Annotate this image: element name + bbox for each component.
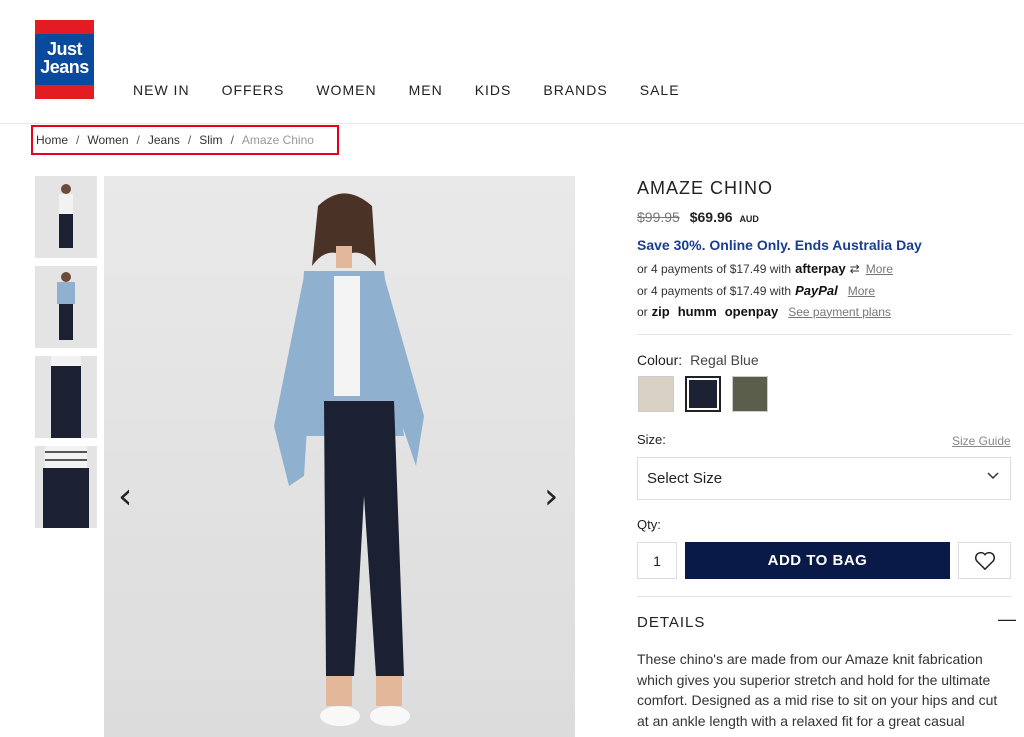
breadcrumb-jeans[interactable]: Jeans	[148, 133, 180, 147]
or-text: or	[637, 304, 648, 319]
size-label: Size:	[637, 432, 666, 447]
logo-red-bar-bottom	[35, 85, 94, 99]
afterpay-arrows-icon: ⇄	[849, 261, 860, 276]
header-divider	[0, 123, 1024, 124]
currency-label: AUD	[739, 214, 759, 224]
nav-item-sale[interactable]: SALE	[640, 82, 680, 98]
product-thumbnail[interactable]	[35, 176, 97, 258]
nav-item-kids[interactable]: KIDS	[475, 82, 512, 98]
paypal-row: or 4 payments of $17.49 with PayPal More	[637, 283, 875, 298]
colour-heading: Colour:	[637, 352, 683, 368]
product-title: AMAZE CHINO	[637, 178, 774, 198]
breadcrumb-current: Amaze Chino	[241, 133, 314, 147]
breadcrumb-home[interactable]: Home	[36, 133, 68, 147]
thumbnail-list	[35, 176, 97, 536]
thumbnail-figure	[43, 446, 89, 528]
paypal-more-link[interactable]: More	[848, 284, 875, 298]
breadcrumb-separator: /	[230, 133, 234, 147]
afterpay-more-link[interactable]: More	[866, 262, 893, 276]
logo-text: Just Jeans	[35, 34, 94, 85]
wishlist-button[interactable]	[958, 542, 1011, 579]
swatch-regal-blue[interactable]	[685, 376, 721, 412]
payment-plans-link[interactable]: See payment plans	[788, 305, 891, 319]
promo-message: Save 30%. Online Only. Ends Australia Da…	[637, 237, 922, 253]
paypal-logo: PayPal	[795, 283, 838, 298]
breadcrumb-separator: /	[136, 133, 140, 147]
nav-item-men[interactable]: MEN	[409, 82, 443, 98]
nav-item-women[interactable]: WOMEN	[316, 82, 376, 98]
product-thumbnail[interactable]	[35, 266, 97, 348]
qty-input[interactable]: 1	[637, 542, 677, 579]
afterpay-row: or 4 payments of $17.49 with afterpay ⇄ …	[637, 261, 893, 276]
breadcrumb: Home / Women / Jeans / Slim / Amaze Chin…	[31, 125, 339, 155]
humm-logo: humm	[677, 304, 717, 319]
just-jeans-logo[interactable]: Just Jeans	[35, 20, 94, 99]
collapse-icon[interactable]: —	[998, 609, 1016, 630]
swatch-khaki[interactable]	[732, 376, 768, 412]
afterpay-logo: afterpay	[795, 261, 846, 276]
colour-label: Colour: Regal Blue	[637, 352, 759, 368]
payment-plans-row: or zip humm openpay See payment plans	[637, 304, 891, 319]
was-price: $99.95	[637, 209, 680, 225]
main-nav: NEW IN OFFERS WOMEN MEN KIDS BRANDS SALE	[133, 82, 712, 98]
details-heading[interactable]: DETAILS	[637, 614, 705, 631]
breadcrumb-separator: /	[76, 133, 80, 147]
paypal-text: or 4 payments of $17.49 with	[637, 283, 792, 298]
product-description: These chino's are made from our Amaze kn…	[637, 651, 998, 729]
swatch-stone[interactable]	[638, 376, 674, 412]
size-select[interactable]: Select Size	[637, 457, 1011, 500]
add-to-bag-button[interactable]: ADD TO BAG	[685, 542, 950, 579]
afterpay-text: or 4 payments of $17.49 with	[637, 261, 792, 276]
size-guide-link[interactable]: Size Guide	[952, 434, 1011, 448]
openpay-logo: openpay	[724, 304, 779, 319]
current-price: $69.96	[689, 209, 733, 225]
main-product-image: ‹ ›	[104, 176, 575, 737]
nav-item-new-in[interactable]: NEW IN	[133, 82, 190, 98]
thumbnail-figure	[59, 184, 73, 248]
logo-red-bar-top	[35, 20, 94, 34]
zip-logo: zip	[651, 304, 670, 319]
chevron-right-icon[interactable]: ›	[544, 476, 558, 517]
colour-value: Regal Blue	[690, 352, 759, 368]
nav-item-offers[interactable]: OFFERS	[222, 82, 285, 98]
heart-icon	[974, 551, 995, 570]
breadcrumb-slim[interactable]: Slim	[199, 133, 222, 147]
product-thumbnail[interactable]	[35, 356, 97, 438]
qty-label: Qty:	[637, 517, 661, 532]
chevron-left-icon[interactable]: ‹	[118, 476, 132, 517]
thumbnail-figure	[57, 272, 75, 340]
divider	[637, 596, 1012, 597]
breadcrumb-separator: /	[187, 133, 192, 147]
size-select-value: Select Size	[647, 470, 723, 487]
divider	[637, 334, 1012, 335]
price-row: $99.95 $69.96 AUD	[637, 209, 759, 225]
product-thumbnail[interactable]	[35, 446, 97, 528]
chevron-down-icon	[986, 468, 1000, 485]
thumbnail-figure	[51, 356, 81, 438]
model-figure	[274, 193, 424, 726]
breadcrumb-women[interactable]: Women	[87, 133, 128, 147]
nav-item-brands[interactable]: BRANDS	[543, 82, 607, 98]
